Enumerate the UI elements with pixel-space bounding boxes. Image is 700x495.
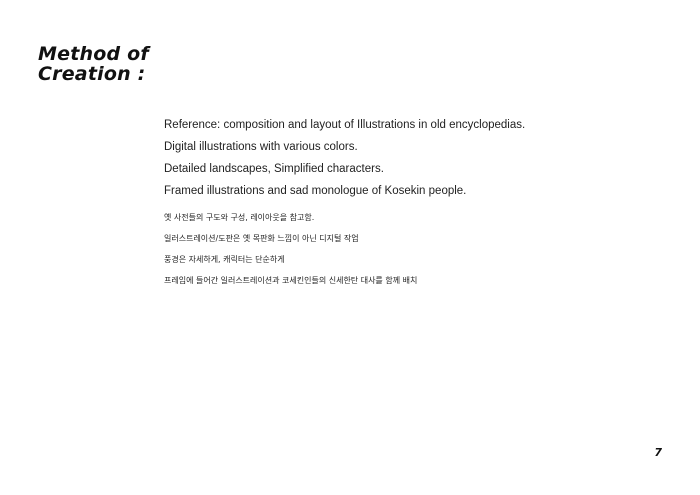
korean-description-list: 옛 사전들의 구도와 구성, 레이아웃을 참고함. 일러스트레이션/도판은 옛 …	[164, 207, 417, 291]
section-title-line-2: Creation :	[38, 63, 146, 85]
page-number: 7	[654, 446, 662, 459]
korean-line: 옛 사전들의 구도와 구성, 레이아웃을 참고함.	[164, 213, 315, 222]
section-title: Method of Creation :	[38, 44, 149, 84]
korean-line: 일러스트레이션/도판은 옛 목판화 느낌이 아닌 디지털 작업	[164, 234, 359, 243]
korean-line: 프레임에 들어간 일러스트레이션과 코세킨인들의 신세한탄 대사를 함께 배치	[164, 276, 418, 285]
english-line: Reference: composition and layout of Ill…	[164, 119, 526, 131]
english-line: Detailed landscapes, Simplified characte…	[164, 163, 384, 175]
section-title-line-1: Method of	[38, 43, 149, 65]
english-description-list: Reference: composition and layout of Ill…	[164, 114, 525, 202]
english-line: Digital illustrations with various color…	[164, 141, 358, 153]
english-line: Framed illustrations and sad monologue o…	[164, 185, 467, 197]
document-page: Method of Creation : Reference: composit…	[0, 0, 700, 495]
korean-line: 풍경은 자세하게, 캐릭터는 단순하게	[164, 255, 285, 264]
